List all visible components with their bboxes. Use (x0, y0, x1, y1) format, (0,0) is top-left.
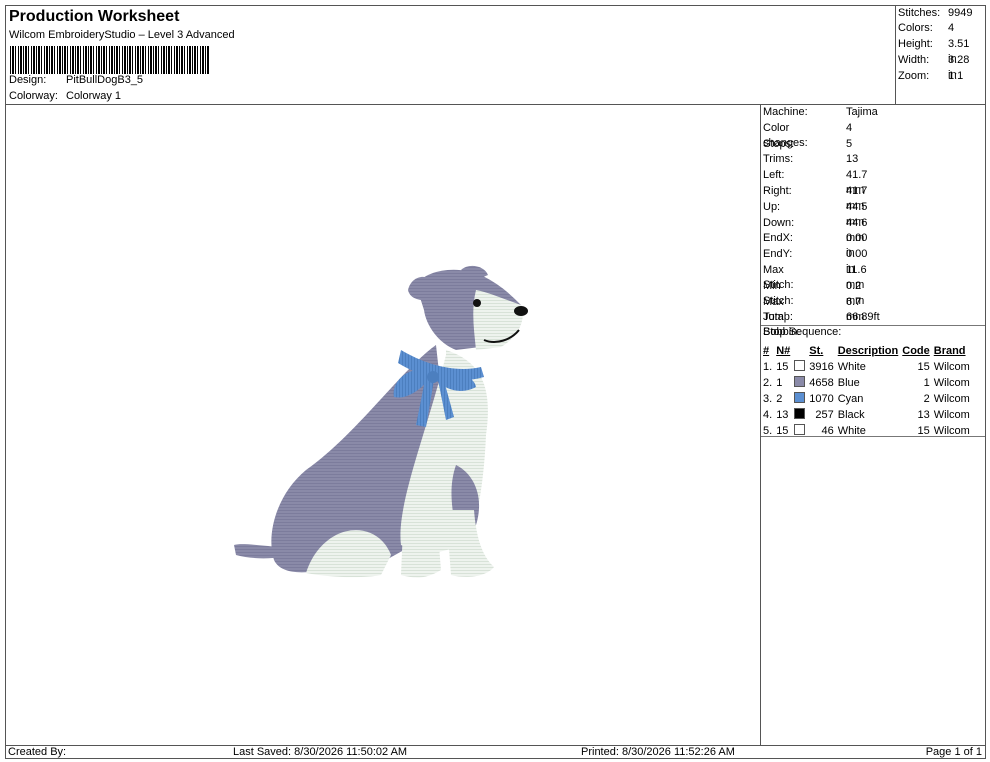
col-stitches: St. (809, 345, 824, 357)
needle-number: 1 (776, 377, 783, 389)
swatch-square (794, 376, 806, 387)
created-by: Created By: (8, 746, 67, 758)
thread-code: 2 (923, 393, 930, 405)
stitch-count: 3916 (809, 361, 834, 373)
page-number: Page 1 of 1 (925, 746, 982, 758)
info-value: 5 (846, 137, 853, 150)
col-index: # (763, 345, 770, 357)
thread-brand: Wilcom (933, 377, 970, 389)
info-value: 66.89ft (846, 311, 880, 324)
swatch-square (794, 360, 806, 371)
table-row: 3. 2 1070 Cyan 2 Wilcom (761, 391, 972, 407)
page-title: Production Worksheet (9, 8, 180, 25)
info-value: Tajima (846, 106, 878, 118)
col-needle: N# (776, 345, 791, 357)
row-index: 3. (763, 393, 773, 405)
stop-sequence-title: Stop Sequence: (763, 326, 842, 338)
col-code: Code (902, 345, 930, 357)
info-value: 13 (846, 153, 859, 166)
color-swatch (792, 375, 807, 391)
software-subtitle: Wilcom EmbroideryStudio – Level 3 Advanc… (9, 29, 235, 41)
design-name: PitBullDogB3_5 (66, 74, 144, 86)
info-label: EndY: (763, 248, 793, 261)
thread-brand: Wilcom (933, 393, 970, 405)
info-label: Machine: (763, 106, 808, 118)
info-label: Up: (763, 200, 781, 213)
table-row: 1. 15 3916 White 15 Wilcom (761, 359, 972, 375)
stitch-count: 257 (815, 409, 834, 421)
row-index: 2. (763, 377, 773, 389)
swatch-square (794, 408, 806, 419)
needle-number: 15 (776, 361, 789, 373)
info-value: 4 (846, 121, 853, 134)
color-description: Blue (837, 377, 860, 389)
info-label: Stops: (763, 137, 795, 150)
row-index: 1. (763, 361, 773, 373)
table-header-row: # N# St. Description Code Brand (761, 343, 972, 359)
design-stats: Stitches: 9949 Colors: 4 Height: 3.51 in Wi… (895, 5, 986, 105)
barcode (10, 46, 210, 74)
embroidery-dog-image (234, 265, 528, 578)
info-label: EndX: (763, 232, 793, 245)
info-label: Trims: (763, 153, 794, 166)
table-row: 2. 1 4658 Blue 1 Wilcom (761, 375, 972, 391)
color-description: Black (837, 409, 865, 421)
info-label: Right: (763, 185, 792, 197)
swatch-square (794, 424, 806, 435)
design-preview (5, 104, 761, 746)
col-description: Description (837, 345, 899, 357)
machine-info-panel: Machine: Tajima Color changes: 4 Stops: 5 Trim… (760, 104, 986, 746)
last-saved: Last Saved: 8/30/2026 11:50:02 AM (233, 746, 408, 758)
colorway-label: Colorway: (9, 90, 58, 102)
col-brand: Brand (933, 345, 966, 357)
thread-brand: Wilcom (933, 409, 970, 421)
printed-date: Printed: 8/30/2026 11:52:26 AM (581, 746, 735, 758)
worksheet-header: Production Worksheet Wilcom EmbroiderySt… (5, 5, 896, 105)
thread-brand: Wilcom (933, 361, 970, 373)
needle-number: 13 (776, 409, 789, 421)
thread-code: 15 (917, 361, 930, 373)
info-label: Down: (763, 216, 795, 229)
row-index: 4. (763, 409, 773, 421)
color-description: Cyan (837, 393, 864, 405)
stitch-count: 4658 (809, 377, 834, 389)
table-row: 4. 13 257 Black 13 Wilcom (761, 407, 972, 423)
col-swatch (792, 343, 807, 359)
color-swatch (792, 407, 807, 423)
color-swatch (792, 391, 807, 407)
swatch-square (794, 392, 806, 403)
thread-code: 1 (923, 377, 930, 389)
worksheet-footer: Created By: Last Saved: 8/30/2026 11:50:… (5, 745, 986, 759)
needle-number: 2 (776, 393, 783, 405)
colorway-name: Colorway 1 (66, 90, 122, 102)
info-label: Left: (763, 169, 785, 182)
color-swatch (792, 359, 807, 375)
color-description: White (837, 361, 866, 373)
thread-code: 13 (917, 409, 930, 421)
design-label: Design: (9, 74, 47, 86)
stitch-count: 1070 (809, 393, 834, 405)
stop-sequence-table: # N# St. Description Code Brand 1. 15 3916… (761, 343, 972, 439)
